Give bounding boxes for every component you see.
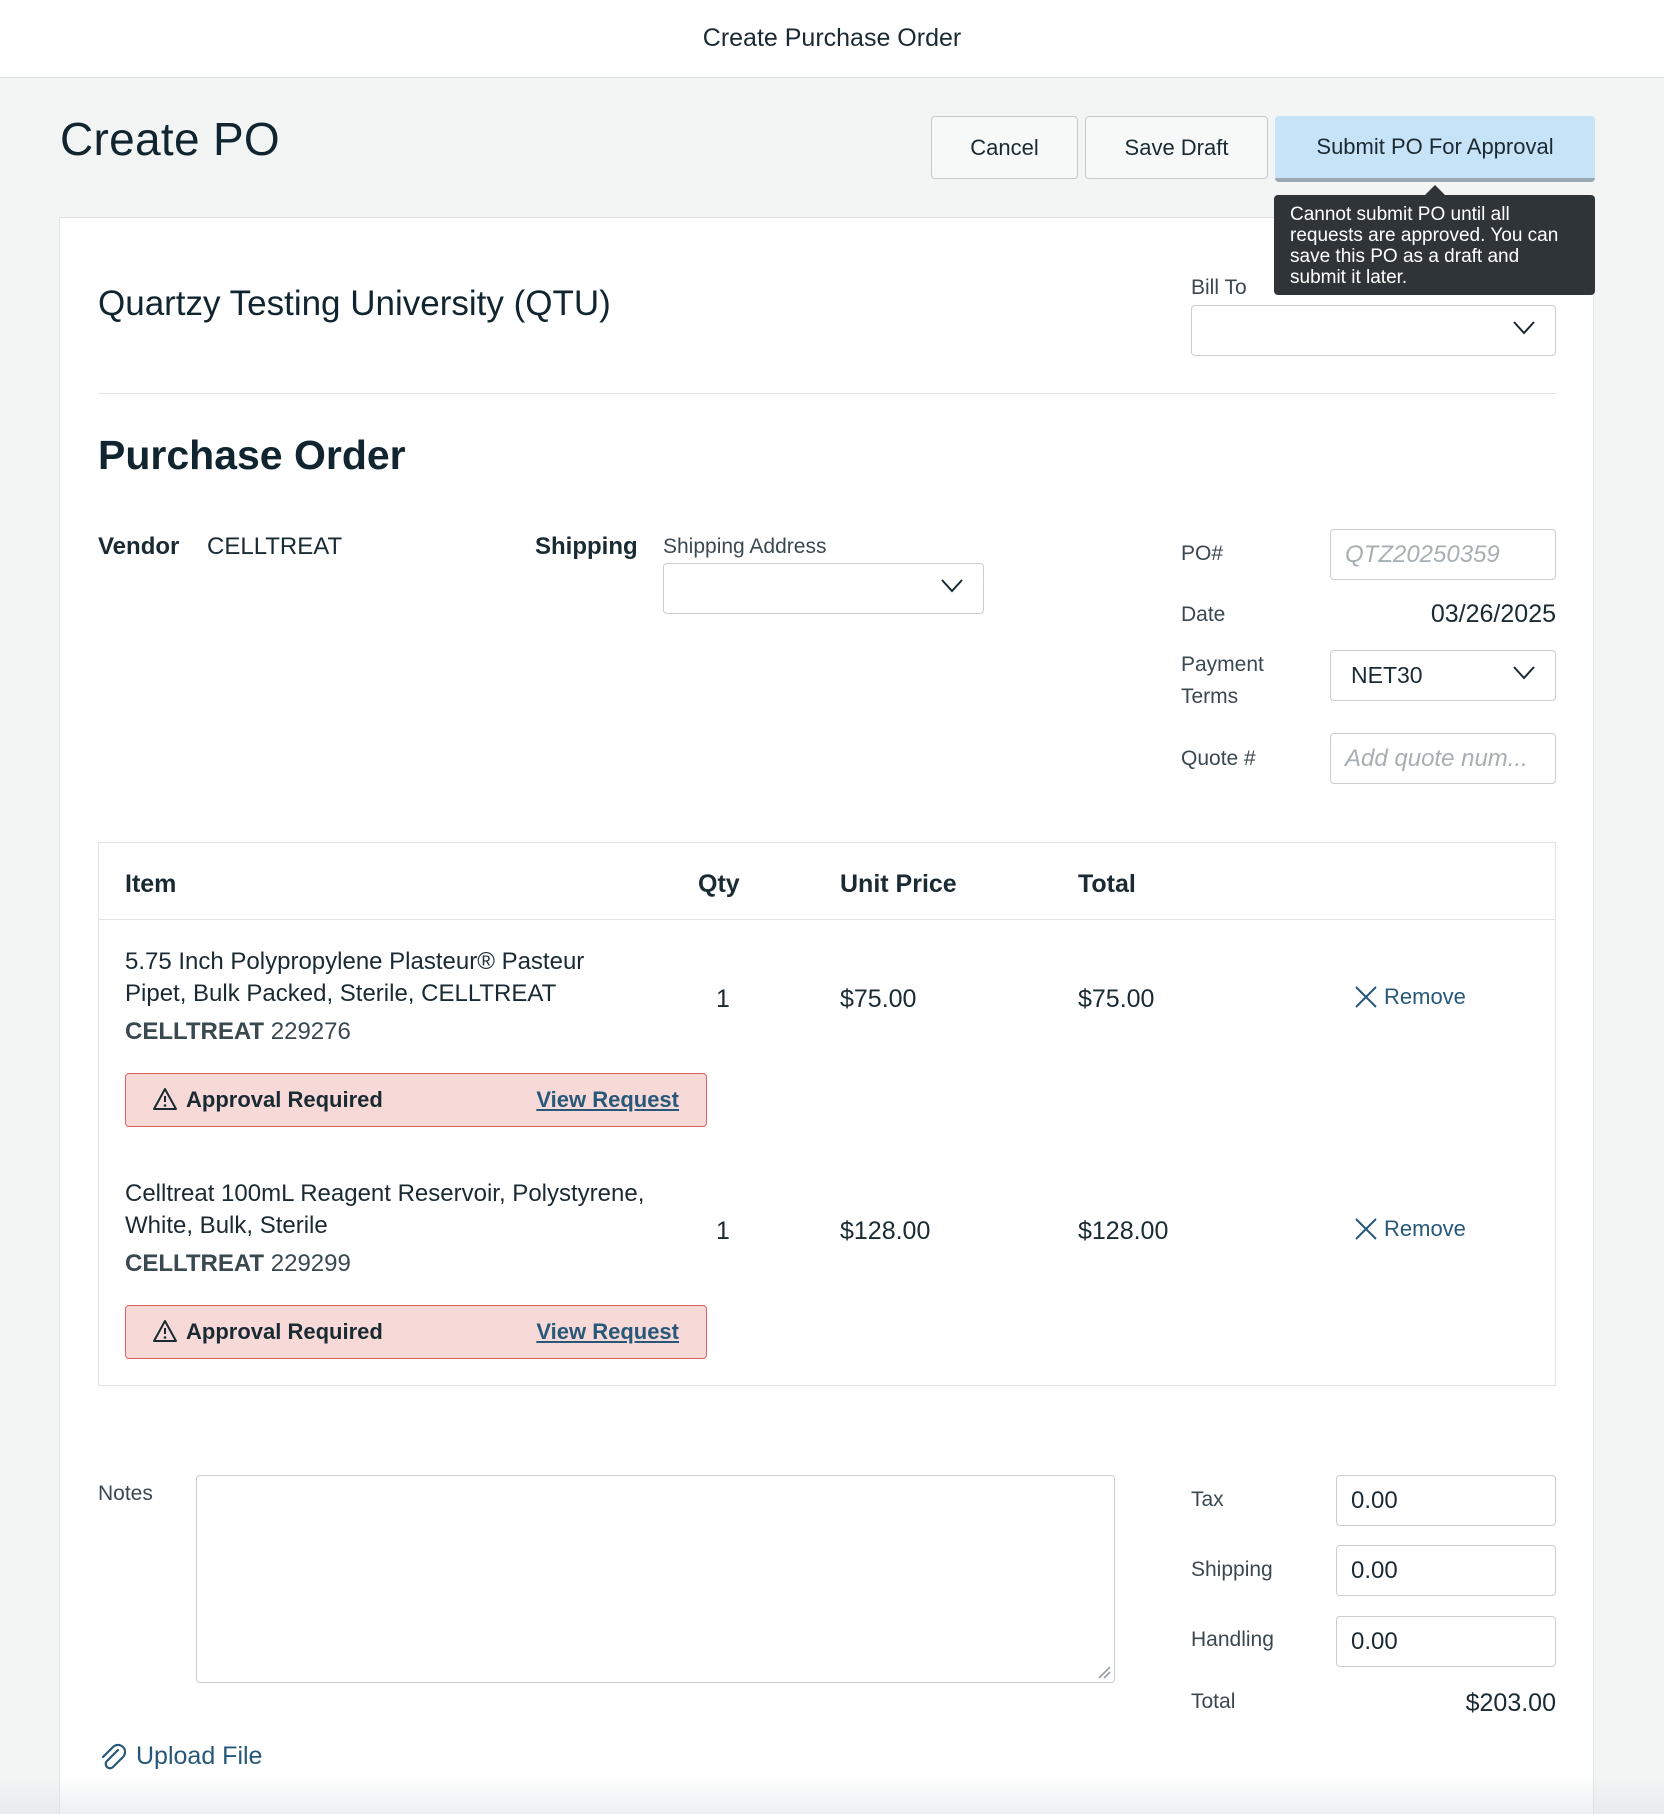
alert-text: Approval Required — [186, 1087, 383, 1112]
chevron-down-icon — [1513, 666, 1535, 680]
po-number-label: PO# — [1181, 542, 1224, 565]
item-unit-price: $128.00 — [840, 1217, 931, 1245]
organization-name: Quartzy Testing University (QTU) — [98, 284, 611, 323]
quote-number-placeholder: Add quote num... — [1345, 744, 1528, 772]
item-total: $128.00 — [1078, 1217, 1169, 1245]
paperclip-icon — [101, 1743, 126, 1770]
quote-number-input[interactable]: Add quote num... — [1330, 733, 1556, 784]
item-sku: 229276 — [270, 1018, 351, 1045]
shipping-cost-input[interactable]: 0.00 — [1336, 1545, 1556, 1596]
po-number-input[interactable]: QTZ20250359 — [1330, 529, 1556, 580]
column-header-qty: Qty — [698, 870, 740, 898]
view-request-link[interactable]: View Request — [536, 1319, 679, 1345]
chevron-down-icon — [1513, 321, 1535, 335]
item-brand: CELLTREAT — [125, 1018, 265, 1045]
notes-label: Notes — [98, 1482, 153, 1505]
total-label: Total — [1191, 1690, 1236, 1713]
item-name: 5.75 Inch Polypropylene Plasteur® Pasteu… — [125, 948, 585, 1007]
tax-input[interactable]: 0.00 — [1336, 1475, 1556, 1526]
divider — [98, 393, 1556, 394]
vendor-value: CELLTREAT — [207, 533, 343, 560]
section-title: Purchase Order — [98, 432, 406, 478]
shipping-cost-value: 0.00 — [1351, 1556, 1398, 1584]
column-header-item: Item — [125, 870, 177, 898]
remove-item-button[interactable]: Remove — [1354, 1216, 1466, 1242]
item-name: Celltreat 100mL Reagent Reservoir, Polys… — [125, 1180, 645, 1239]
save-draft-button[interactable]: Save Draft — [1085, 116, 1268, 179]
shipping-cost-label: Shipping — [1191, 1558, 1273, 1581]
approval-alert: Approval Required View Request — [125, 1073, 707, 1127]
po-number-placeholder: QTZ20250359 — [1345, 540, 1500, 568]
submit-tooltip: Cannot submit PO until all requests are … — [1274, 195, 1595, 295]
upload-file-button[interactable]: Upload File — [98, 1741, 262, 1771]
total-value: $203.00 — [1465, 1689, 1556, 1717]
approval-alert: Approval Required View Request — [125, 1305, 707, 1359]
bill-to-label: Bill To — [1191, 276, 1247, 299]
item-qty: 1 — [716, 985, 730, 1013]
close-icon — [1355, 1218, 1377, 1240]
handling-label: Handling — [1191, 1628, 1274, 1651]
tax-label: Tax — [1191, 1488, 1224, 1511]
remove-label: Remove — [1384, 984, 1466, 1009]
table-header-divider — [99, 919, 1555, 920]
date-label: Date — [1181, 603, 1226, 626]
handling-value: 0.00 — [1351, 1627, 1398, 1655]
item-brand: CELLTREAT — [125, 1250, 265, 1277]
tax-value: 0.00 — [1351, 1486, 1398, 1514]
warning-icon — [153, 1088, 177, 1110]
top-bar: Create Purchase Order — [0, 0, 1664, 78]
notes-textarea[interactable] — [196, 1475, 1115, 1683]
item-catalog: CELLTREAT 229299 — [125, 1250, 351, 1278]
date-value: 03/26/2025 — [1430, 600, 1556, 628]
shipping-address-select[interactable] — [663, 563, 984, 614]
column-header-total: Total — [1078, 870, 1136, 898]
view-request-link[interactable]: View Request — [536, 1087, 679, 1113]
item-sku: 229299 — [270, 1250, 351, 1277]
item-total: $75.00 — [1078, 985, 1155, 1013]
window-title: Create Purchase Order — [702, 24, 962, 52]
cancel-button[interactable]: Cancel — [931, 116, 1078, 179]
tooltip-arrow — [1425, 185, 1445, 195]
bill-to-select[interactable] — [1191, 305, 1556, 356]
vendor-label: Vendor — [98, 533, 180, 560]
submit-po-button[interactable]: Submit PO For Approval — [1275, 116, 1595, 182]
payment-terms-label: Payment Terms — [1181, 653, 1264, 708]
item-unit-price: $75.00 — [840, 985, 917, 1013]
chevron-down-icon — [941, 579, 963, 593]
close-icon — [1355, 986, 1377, 1008]
remove-label: Remove — [1384, 1216, 1466, 1241]
quote-number-label: Quote # — [1181, 747, 1256, 770]
alert-text: Approval Required — [186, 1319, 383, 1344]
payment-terms-value: NET30 — [1351, 662, 1423, 688]
shipping-address-label: Shipping Address — [663, 535, 827, 558]
warning-icon — [153, 1320, 177, 1342]
resize-handle-icon[interactable] — [1097, 1665, 1111, 1679]
handling-input[interactable]: 0.00 — [1336, 1616, 1556, 1667]
page-title: Create PO — [60, 113, 281, 165]
remove-item-button[interactable]: Remove — [1354, 984, 1466, 1010]
upload-file-label: Upload File — [136, 1741, 263, 1770]
column-header-unit-price: Unit Price — [840, 870, 957, 898]
shipping-label: Shipping — [535, 533, 638, 560]
item-catalog: CELLTREAT 229276 — [125, 1018, 351, 1046]
payment-terms-select[interactable]: NET30 — [1330, 650, 1556, 701]
item-qty: 1 — [716, 1217, 730, 1245]
